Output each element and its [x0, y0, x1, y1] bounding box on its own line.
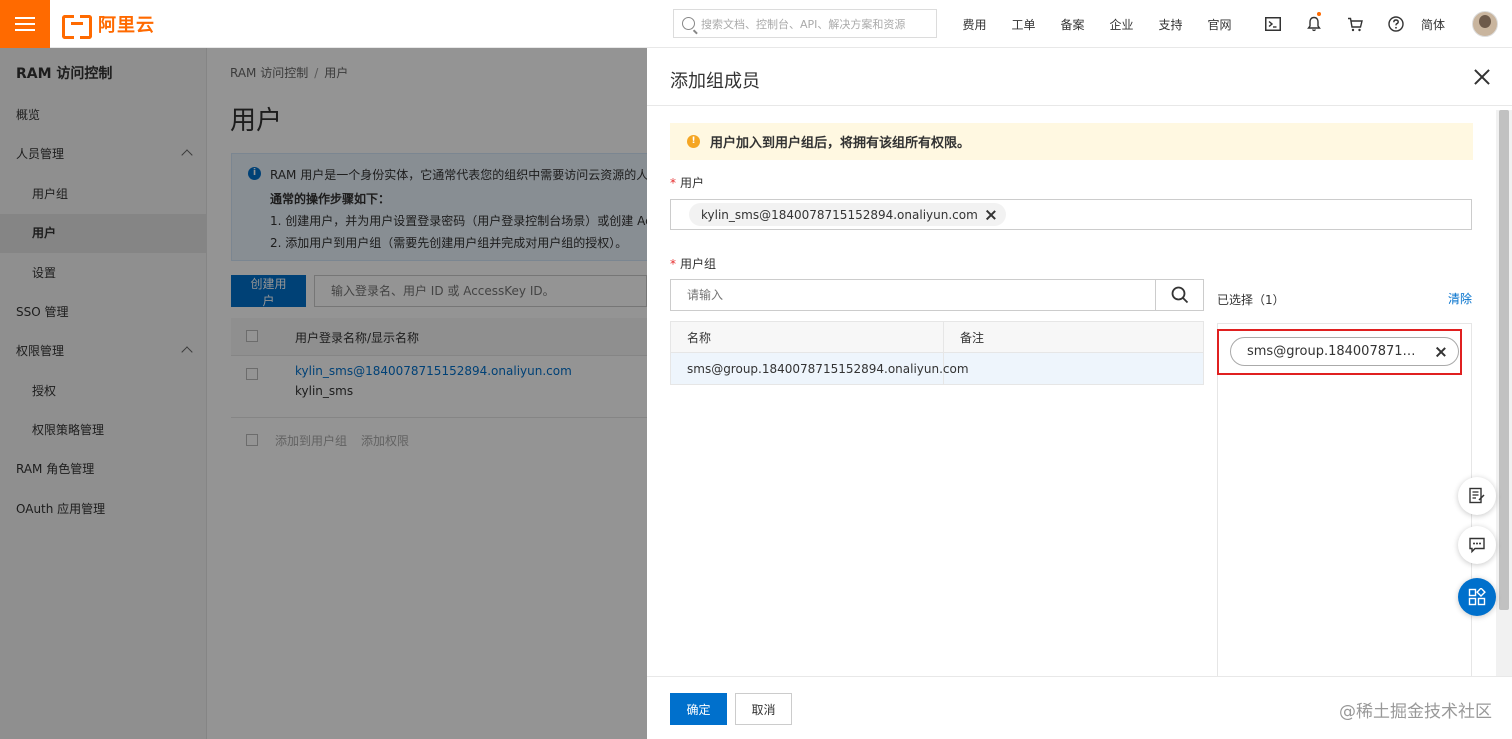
group-label-text: 用户组: [680, 257, 717, 271]
user-label-text: 用户: [680, 176, 705, 190]
selected-group-label: sms@group.18400787151...: [1247, 344, 1419, 359]
selected-count: 已选择（1）: [1217, 293, 1285, 307]
top-nav-website[interactable]: 官网: [1195, 16, 1244, 33]
user-select-field[interactable]: kylin_sms@1840078715152894.onaliyun.com: [670, 199, 1472, 230]
add-group-member-drawer: 添加组成员 ! 用户加入到用户组后，将拥有该组所有权限。 * 用户 kylin_s…: [647, 48, 1512, 739]
warning-icon: !: [687, 135, 700, 148]
top-nav-icp[interactable]: 备案: [1048, 16, 1097, 33]
required-mark: *: [670, 176, 676, 190]
drawer-title: 添加组成员: [670, 71, 760, 92]
apps-grid-icon[interactable]: [1458, 578, 1496, 616]
top-nav-enterprise[interactable]: 企业: [1097, 16, 1146, 33]
remove-tag-icon[interactable]: [986, 210, 996, 220]
scrollbar-thumb[interactable]: [1499, 110, 1509, 610]
selected-group-tag: sms@group.18400787151...: [1230, 337, 1459, 366]
watermark-text: @稀土掘金技术社区: [1339, 702, 1492, 722]
avatar[interactable]: [1472, 11, 1498, 37]
drawer-footer: 确定 取消 @稀土掘金技术社区: [647, 676, 1512, 739]
feedback-icon[interactable]: [1458, 477, 1496, 515]
hamburger-menu-icon[interactable]: [0, 0, 50, 48]
terminal-icon[interactable]: [1252, 17, 1293, 31]
aliyun-logo[interactable]: 阿里云: [62, 11, 155, 39]
global-search-input[interactable]: 搜索文档、控制台、API、解决方案和资源: [673, 9, 937, 38]
column-header-name: 名称: [671, 322, 944, 352]
language-switch[interactable]: 简体: [1421, 16, 1445, 33]
warning-box: ! 用户加入到用户组后，将拥有该组所有权限。: [670, 123, 1473, 160]
top-bar: 阿里云 搜索文档、控制台、API、解决方案和资源 费用 工单 备案 企业 支持 …: [0, 0, 1512, 48]
group-table: 名称 备注 sms@group.1840078715152894.onaliyu…: [670, 321, 1204, 385]
warning-text: 用户加入到用户组后，将拥有该组所有权限。: [710, 136, 971, 151]
search-icon: [682, 17, 695, 30]
logo-text: 阿里云: [98, 15, 155, 36]
modal-overlay[interactable]: [0, 48, 647, 739]
group-name-cell: sms@group.1840078715152894.onaliyun.com: [671, 353, 969, 384]
table-row[interactable]: sms@group.1840078715152894.onaliyun.com: [671, 353, 1203, 384]
cart-icon[interactable]: [1334, 17, 1375, 32]
required-mark: *: [670, 257, 676, 271]
top-nav-fees[interactable]: 费用: [950, 16, 999, 33]
group-search-button[interactable]: [1155, 279, 1204, 311]
group-field-label: * 用户组: [670, 255, 716, 272]
user-field-label: * 用户: [670, 174, 704, 191]
user-tag: kylin_sms@1840078715152894.onaliyun.com: [689, 203, 1006, 226]
top-icons: [1252, 0, 1416, 48]
top-nav-tickets[interactable]: 工单: [999, 16, 1048, 33]
confirm-button[interactable]: 确定: [670, 693, 727, 725]
group-table-header: 名称 备注: [671, 322, 1203, 353]
user-tag-label: kylin_sms@1840078715152894.onaliyun.com: [701, 207, 978, 222]
search-icon: [1171, 286, 1188, 304]
top-nav: 费用 工单 备案 企业 支持 官网: [950, 0, 1244, 48]
selected-list: [1217, 323, 1472, 681]
group-search-input[interactable]: [670, 279, 1155, 311]
close-icon[interactable]: [1474, 69, 1490, 85]
remove-selected-icon[interactable]: [1436, 347, 1446, 357]
drawer-scrollbar[interactable]: [1496, 110, 1512, 679]
clear-selection-link[interactable]: 清除: [1448, 290, 1472, 307]
bell-icon[interactable]: [1293, 12, 1334, 32]
global-search-placeholder: 搜索文档、控制台、API、解决方案和资源: [701, 17, 906, 31]
group-note-cell: [944, 353, 1203, 384]
aliyun-logo-icon: [62, 15, 92, 39]
help-icon[interactable]: [1375, 16, 1416, 32]
chat-icon[interactable]: [1458, 526, 1496, 564]
group-search: [670, 279, 1204, 311]
top-nav-support[interactable]: 支持: [1146, 16, 1195, 33]
drawer-divider: [647, 105, 1512, 106]
notification-dot: [1317, 12, 1321, 16]
column-header-note: 备注: [960, 330, 985, 345]
cancel-button[interactable]: 取消: [735, 693, 792, 725]
